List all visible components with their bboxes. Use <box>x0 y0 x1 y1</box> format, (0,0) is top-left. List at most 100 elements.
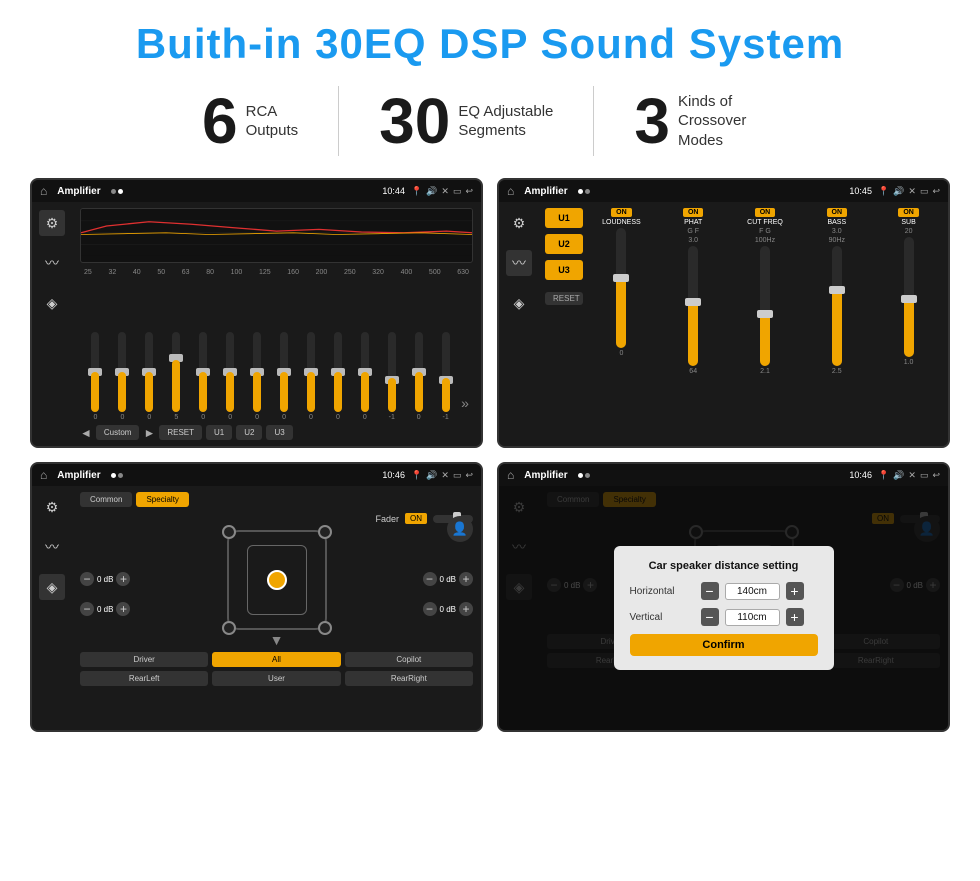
db-value-tl: 0 dB <box>97 575 113 584</box>
ch-phat-slider[interactable] <box>688 246 698 366</box>
status-icons-3: 📍 🔊 ✕ ▭ ↩ <box>411 470 473 481</box>
vertical-plus-btn[interactable]: + <box>786 608 804 626</box>
sidebar-icon-c2[interactable]: 〰 <box>506 250 532 276</box>
db-controls-right: − 0 dB + − 0 dB + <box>423 530 473 648</box>
speaker-tl <box>222 525 236 539</box>
ch-sub-slider[interactable] <box>904 237 914 357</box>
freq-63: 63 <box>182 269 190 276</box>
eq-custom-btn[interactable]: Custom <box>96 425 140 440</box>
sidebar-icon-f1[interactable]: ⚙ <box>39 494 65 520</box>
car-center-dot[interactable] <box>267 570 287 590</box>
app-title-1: Amplifier <box>57 186 100 197</box>
ch-cutfreq-slider[interactable] <box>760 246 770 366</box>
horizontal-plus-btn[interactable]: + <box>786 582 804 600</box>
freq-40: 40 <box>133 269 141 276</box>
dot-indicators-3 <box>111 473 123 478</box>
fader-row: Fader ON <box>80 513 473 524</box>
sidebar-eq-icon[interactable]: ⚙ <box>39 210 65 236</box>
screenshots-grid: ⌂ Amplifier 10:44 📍 🔊 ✕ ▭ ↩ ⚙ 〰 <box>30 178 950 732</box>
btn-driver[interactable]: Driver <box>80 652 208 667</box>
preset-u2[interactable]: U2 <box>545 234 583 254</box>
eq-graph <box>80 208 473 263</box>
btn-rearleft[interactable]: RearLeft <box>80 671 208 686</box>
page-container: Buith-in 30EQ DSP Sound System 6 RCAOutp… <box>0 0 980 752</box>
ch-phat-on[interactable]: ON <box>683 208 704 217</box>
db-minus-tl[interactable]: − <box>80 572 94 586</box>
dot-21 <box>578 189 583 194</box>
stat-crossover: 3 Kinds ofCrossover Modes <box>594 89 818 153</box>
eq-slider-9: 0 <box>326 332 349 421</box>
btn-user[interactable]: User <box>212 671 340 686</box>
crossover-reset-btn[interactable]: RESET <box>545 292 583 305</box>
location-icon-2: 📍 <box>878 186 889 197</box>
screen-eq: ⌂ Amplifier 10:44 📍 🔊 ✕ ▭ ↩ ⚙ 〰 <box>30 178 483 448</box>
btn-copilot[interactable]: Copilot <box>345 652 473 667</box>
sidebar-icon-c1[interactable]: ⚙ <box>506 210 532 236</box>
time-1: 10:44 <box>382 186 405 196</box>
ch-cutfreq-on[interactable]: ON <box>755 208 776 217</box>
dot-indicators-1 <box>111 189 123 194</box>
eq-reset-btn[interactable]: RESET <box>159 425 202 440</box>
ch-bass-val: 2.5 <box>832 368 842 375</box>
volume-icon-4: 🔊 <box>893 470 904 481</box>
ch-sub-val: 1.0 <box>904 359 914 366</box>
home-icon-1: ⌂ <box>40 184 47 198</box>
db-minus-br[interactable]: − <box>423 602 437 616</box>
status-bar-3: ⌂ Amplifier 10:46 📍 🔊 ✕ ▭ ↩ <box>32 464 481 486</box>
btn-rearright[interactable]: RearRight <box>345 671 473 686</box>
ch-cutfreq-label: CUT FREQ <box>747 219 783 226</box>
sidebar-wave-icon[interactable]: 〰 <box>39 250 65 276</box>
horizontal-minus-btn[interactable]: − <box>701 582 719 600</box>
eq-slider-10: 0 <box>353 332 376 421</box>
db-control-tr: − 0 dB + <box>423 572 473 586</box>
eq-u2-btn[interactable]: U2 <box>236 425 262 440</box>
db-minus-tr[interactable]: − <box>423 572 437 586</box>
ch-bass-slider[interactable] <box>832 246 842 366</box>
confirm-button[interactable]: Confirm <box>630 634 818 656</box>
db-plus-bl[interactable]: + <box>116 602 130 616</box>
preset-u1[interactable]: U1 <box>545 208 583 228</box>
eq-next-btn[interactable]: ► <box>143 426 155 440</box>
dot-1 <box>111 189 116 194</box>
ch-bass-on[interactable]: ON <box>827 208 848 217</box>
home-icon-3: ⌂ <box>40 468 47 482</box>
sidebar-icon-f2[interactable]: 〰 <box>39 534 65 560</box>
back-icon-2: ↩ <box>932 186 940 197</box>
eq-slider-6: 0 <box>246 332 269 421</box>
freq-125: 125 <box>259 269 271 276</box>
ch-sub-on[interactable]: ON <box>898 208 919 217</box>
sidebar-speaker-icon[interactable]: ◈ <box>39 290 65 316</box>
db-minus-bl[interactable]: − <box>80 602 94 616</box>
volume-icon-3: 🔊 <box>426 470 437 481</box>
sidebar-icon-f3[interactable]: ◈ <box>39 574 65 600</box>
db-plus-tl[interactable]: + <box>116 572 130 586</box>
crossover-channels: ON LOUDNESS 0 ON PHAT GF <box>588 208 942 440</box>
eq-u3-btn[interactable]: U3 <box>266 425 292 440</box>
tab-common-fader[interactable]: Common <box>80 492 132 507</box>
car-down-arrow: ▼ <box>270 632 284 648</box>
ch-sub: ON SUB 20 1.0 <box>875 208 942 440</box>
sidebar-icon-c3[interactable]: ◈ <box>506 290 532 316</box>
person-icon-fader[interactable]: 👤 <box>447 516 473 542</box>
vertical-value[interactable]: 110cm <box>725 609 780 626</box>
eq-freq-labels: 25 32 40 50 63 80 100 125 160 200 250 32… <box>80 269 473 276</box>
eq-prev-btn[interactable]: ◄ <box>80 426 92 440</box>
dialog-overlay: Car speaker distance setting Horizontal … <box>499 486 948 730</box>
fader-on-badge[interactable]: ON <box>405 513 427 524</box>
horizontal-value[interactable]: 140cm <box>725 583 780 600</box>
freq-630: 630 <box>457 269 469 276</box>
volume-icon-1: 🔊 <box>426 186 437 197</box>
tab-specialty-fader[interactable]: Specialty <box>136 492 188 507</box>
preset-u3[interactable]: U3 <box>545 260 583 280</box>
speaker-bl <box>222 621 236 635</box>
db-plus-tr[interactable]: + <box>459 572 473 586</box>
btn-all[interactable]: All <box>212 652 340 667</box>
volume-icon-2: 🔊 <box>893 186 904 197</box>
status-icons-2: 📍 🔊 ✕ ▭ ↩ <box>878 186 940 197</box>
vertical-minus-btn[interactable]: − <box>701 608 719 626</box>
ch-loudness-on[interactable]: ON <box>611 208 632 217</box>
ch-loudness-slider[interactable] <box>616 228 626 348</box>
db-value-bl: 0 dB <box>97 605 113 614</box>
db-plus-br[interactable]: + <box>459 602 473 616</box>
eq-u1-btn[interactable]: U1 <box>206 425 232 440</box>
